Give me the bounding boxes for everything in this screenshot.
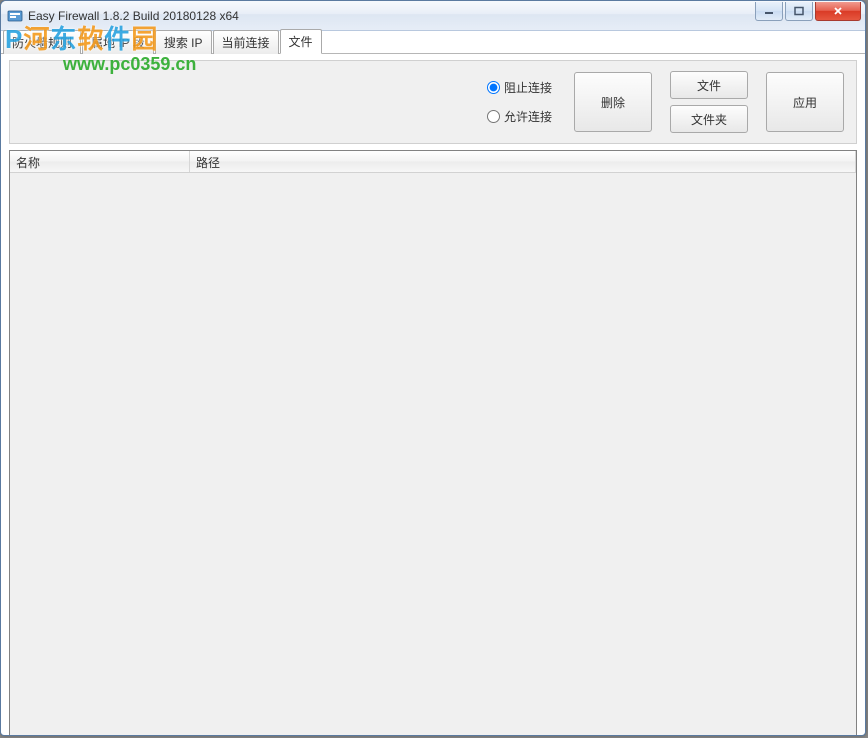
connection-mode-group: 阻止连接 允许连接	[487, 79, 552, 125]
radio-block-connection[interactable]: 阻止连接	[487, 79, 552, 96]
file-list[interactable]: 名称 路径	[9, 150, 857, 736]
tab-content: 阻止连接 允许连接 删除 文件 文件夹 应用 名称 路径	[1, 54, 865, 736]
minimize-button[interactable]	[755, 2, 783, 21]
tab-ip-location[interactable]: 属地 IP 段	[82, 30, 154, 54]
delete-button[interactable]: 删除	[574, 72, 652, 132]
tab-files[interactable]: 文件	[280, 29, 322, 54]
titlebar: Easy Firewall 1.8.2 Build 20180128 x64	[1, 1, 865, 31]
tab-current-connections[interactable]: 当前连接	[213, 30, 279, 54]
column-name-header[interactable]: 名称	[10, 151, 190, 172]
window-controls	[755, 2, 861, 21]
radio-block-input[interactable]	[487, 81, 500, 94]
radio-block-label: 阻止连接	[504, 79, 552, 96]
list-header: 名称 路径	[10, 151, 856, 173]
file-button[interactable]: 文件	[670, 71, 748, 99]
column-path-header[interactable]: 路径	[190, 151, 856, 172]
maximize-button[interactable]	[785, 2, 813, 21]
apply-button[interactable]: 应用	[766, 72, 844, 132]
app-icon	[7, 8, 23, 24]
radio-allow-input[interactable]	[487, 110, 500, 123]
window-title: Easy Firewall 1.8.2 Build 20180128 x64	[28, 9, 239, 23]
close-button[interactable]	[815, 2, 861, 21]
radio-allow-connection[interactable]: 允许连接	[487, 108, 552, 125]
tab-firewall-rules[interactable]: 防火墙规则	[3, 30, 81, 54]
tab-search-ip[interactable]: 搜索 IP	[155, 30, 212, 54]
folder-button[interactable]: 文件夹	[670, 105, 748, 133]
toolbar-panel: 阻止连接 允许连接 删除 文件 文件夹 应用	[9, 60, 857, 144]
radio-allow-label: 允许连接	[504, 108, 552, 125]
app-window: Easy Firewall 1.8.2 Build 20180128 x64 防…	[0, 0, 866, 736]
tab-bar: 防火墙规则 属地 IP 段 搜索 IP 当前连接 文件	[1, 31, 865, 54]
file-buttons-column: 文件 文件夹	[670, 71, 748, 133]
